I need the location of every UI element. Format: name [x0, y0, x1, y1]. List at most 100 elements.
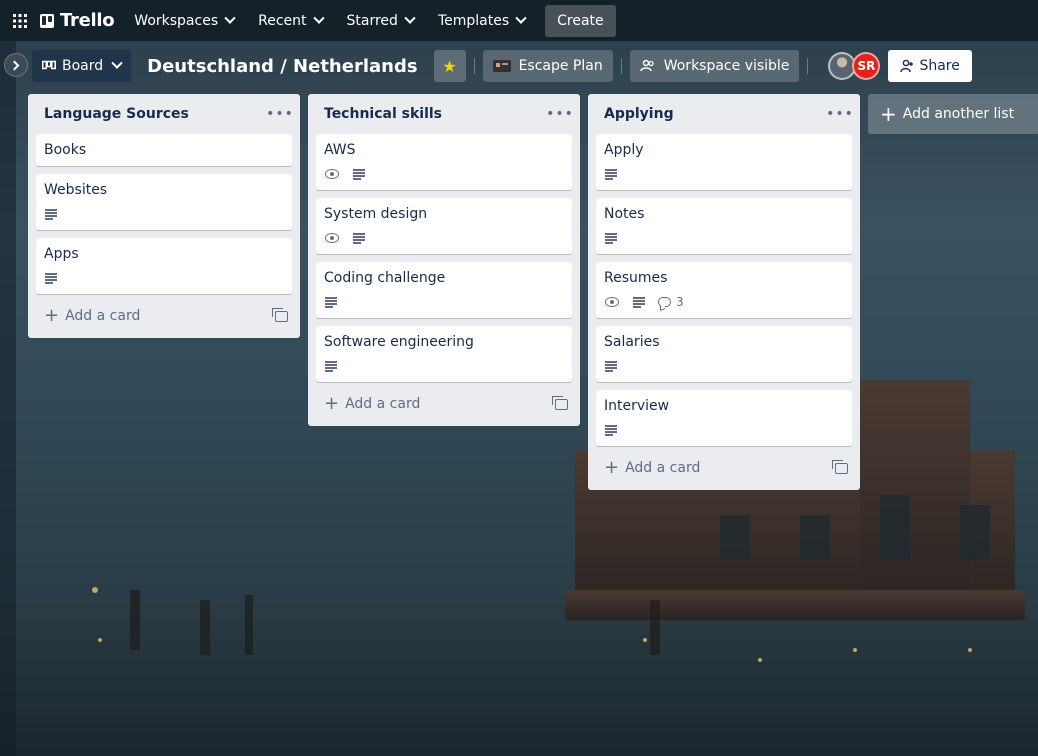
card-title: Websites	[44, 182, 108, 198]
add-card-label-wrap: + Add a card	[44, 305, 141, 326]
add-card-label: Add a card	[65, 308, 141, 324]
watching-badge	[324, 232, 340, 244]
list-menu-button[interactable]: •••	[826, 102, 853, 126]
share-button[interactable]: Share	[888, 50, 972, 82]
board-view-label: Board	[62, 58, 104, 74]
expand-sidebar-button[interactable]	[4, 53, 28, 77]
card-title: Software engineering	[324, 334, 474, 350]
workspace-button[interactable]: Escape Plan	[482, 50, 613, 82]
card-aws[interactable]: AWS	[316, 134, 572, 190]
plus-icon: +	[324, 393, 340, 414]
list-title[interactable]: Applying	[604, 106, 674, 122]
chevron-down-icon	[312, 12, 325, 24]
workspace-label: Escape Plan	[518, 58, 603, 74]
plus-icon: +	[44, 305, 60, 326]
card-apply[interactable]: Apply	[596, 134, 852, 190]
add-card-button[interactable]: + Add a card	[36, 302, 292, 330]
card-coding-challenge[interactable]: Coding challenge	[316, 262, 572, 318]
card-title: Coding challenge	[324, 270, 446, 286]
card-title: Interview	[604, 398, 670, 414]
card-title: System design	[324, 206, 428, 222]
nav-recent[interactable]: Recent	[248, 5, 332, 37]
list-header: Applying •••	[596, 94, 853, 134]
nav-starred-label: Starred	[346, 12, 398, 29]
description-icon	[604, 361, 618, 372]
card-websites[interactable]: Websites	[36, 174, 292, 230]
card-title: Notes	[604, 206, 645, 222]
card-apps[interactable]: Apps	[36, 238, 292, 294]
nav-workspaces-label: Workspaces	[134, 12, 219, 29]
header-divider	[807, 58, 809, 74]
list-header: Technical skills •••	[316, 94, 574, 134]
comment-icon	[658, 297, 671, 307]
board-members: SR	[828, 52, 881, 80]
comment-count: 3	[676, 295, 684, 309]
nav-recent-label: Recent	[258, 12, 307, 29]
card-badges	[604, 418, 844, 442]
visibility-button[interactable]: Workspace visible	[629, 50, 800, 82]
create-from-template-icon[interactable]	[832, 459, 848, 474]
more-horizontal-icon: •••	[266, 106, 294, 122]
eye-icon	[324, 168, 340, 180]
list-header: Language Sources •••	[36, 94, 294, 134]
more-horizontal-icon: •••	[546, 106, 574, 122]
nav-starred[interactable]: Starred	[337, 5, 424, 37]
plus-icon: +	[604, 457, 620, 478]
card-title: Apply	[604, 142, 644, 158]
add-card-button[interactable]: + Add a card	[316, 390, 572, 418]
list-title[interactable]: Technical skills	[324, 106, 442, 122]
board-view-switcher[interactable]: Board	[32, 50, 132, 82]
board-title[interactable]: Deutschland / Netherlands	[147, 56, 417, 77]
create-from-template-icon[interactable]	[272, 307, 288, 322]
nav-templates[interactable]: Templates	[428, 5, 535, 37]
description-icon	[352, 169, 366, 180]
trello-logo[interactable]: Trello	[40, 10, 115, 31]
collapsed-sidebar	[0, 41, 16, 756]
card-badges	[604, 226, 844, 250]
chevron-right-icon	[9, 60, 20, 70]
card-interview[interactable]: Interview	[596, 390, 852, 446]
list-menu-button[interactable]: •••	[546, 102, 574, 126]
create-from-template-icon[interactable]	[552, 395, 568, 410]
watching-badge	[604, 296, 620, 308]
app-switcher-button[interactable]	[4, 5, 36, 37]
card-system-design[interactable]: System design	[316, 198, 572, 254]
description-icon	[604, 425, 618, 436]
star-board-button[interactable]: ★	[433, 50, 466, 82]
card-software-engineering[interactable]: Software engineering	[316, 326, 572, 382]
list-applying: Applying ••• Apply Notes Resumes 3 Salar…	[588, 94, 860, 490]
header-divider	[473, 58, 475, 74]
nav-workspaces[interactable]: Workspaces	[124, 5, 244, 37]
card-badges: 3	[604, 290, 844, 314]
list-title[interactable]: Language Sources	[44, 106, 189, 122]
nav-templates-label: Templates	[437, 12, 510, 29]
card-notes[interactable]: Notes	[596, 198, 852, 254]
board-icon	[42, 60, 56, 70]
description-badge	[324, 297, 338, 308]
share-label: Share	[919, 58, 960, 74]
card-title: Salaries	[604, 334, 660, 350]
create-button[interactable]: Create	[545, 4, 616, 37]
description-badge	[352, 169, 366, 180]
watching-badge	[324, 168, 340, 180]
trello-logo-icon	[40, 13, 54, 28]
card-salaries[interactable]: Salaries	[596, 326, 852, 382]
card-title: Apps	[44, 246, 79, 262]
description-icon	[352, 233, 366, 244]
chevron-down-icon	[111, 57, 123, 69]
description-badge	[44, 209, 58, 220]
add-another-list-button[interactable]: + Add another list	[868, 94, 1038, 134]
description-badge	[604, 169, 618, 180]
description-icon	[324, 361, 338, 372]
description-badge	[604, 361, 618, 372]
description-badge	[324, 361, 338, 372]
card-resumes[interactable]: Resumes 3	[596, 262, 852, 318]
card-badges	[604, 162, 844, 186]
member-avatar-sr[interactable]: SR	[852, 52, 881, 80]
people-icon	[639, 59, 654, 72]
chevron-down-icon	[515, 12, 527, 24]
list-menu-button[interactable]: •••	[266, 102, 294, 126]
add-card-button[interactable]: + Add a card	[596, 454, 852, 482]
add-person-icon	[900, 59, 914, 73]
card-books[interactable]: Books	[36, 134, 292, 166]
